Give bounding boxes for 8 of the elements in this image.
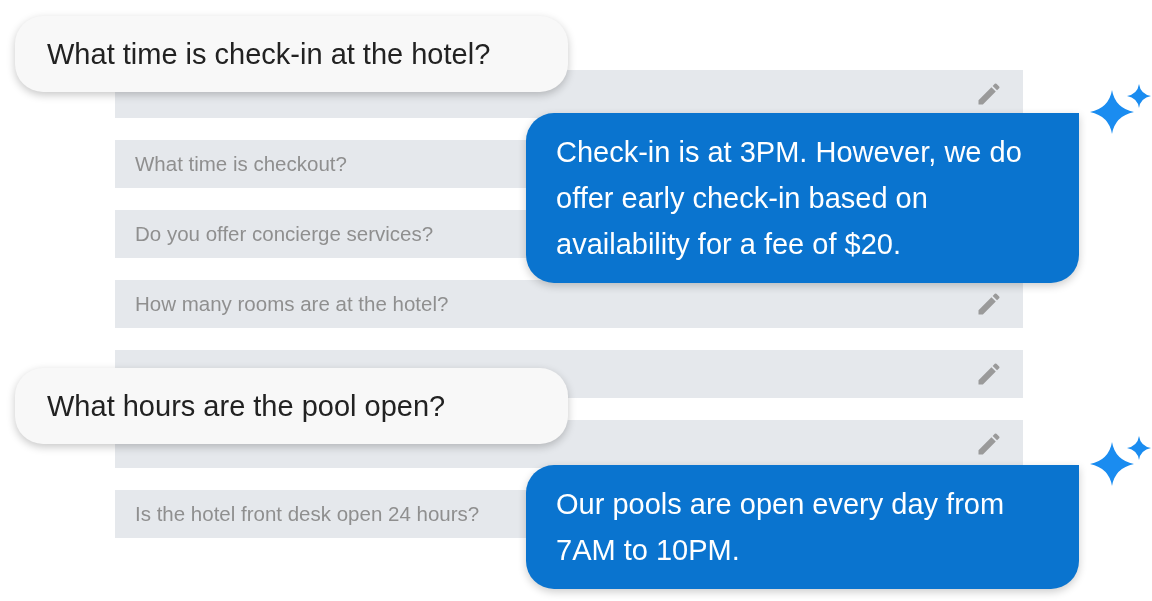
- question-text: What time is checkout?: [135, 150, 347, 177]
- question-bubble: What hours are the pool open?: [15, 368, 568, 444]
- reply-bubble: Check-in is at 3PM. However, we do offer early check-in based on availability for a fee of $20.: [526, 113, 1079, 283]
- reply-bubble: Our pools are open every day from 7AM to 10PM.: [526, 465, 1079, 589]
- question-text: How many rooms are at the hotel?: [135, 290, 449, 317]
- question-text: Do you offer concierge services?: [135, 220, 434, 247]
- question-text: Is the hotel front desk open 24 hours?: [135, 500, 480, 527]
- question-bubble: What time is check-in at the hotel?: [15, 16, 568, 92]
